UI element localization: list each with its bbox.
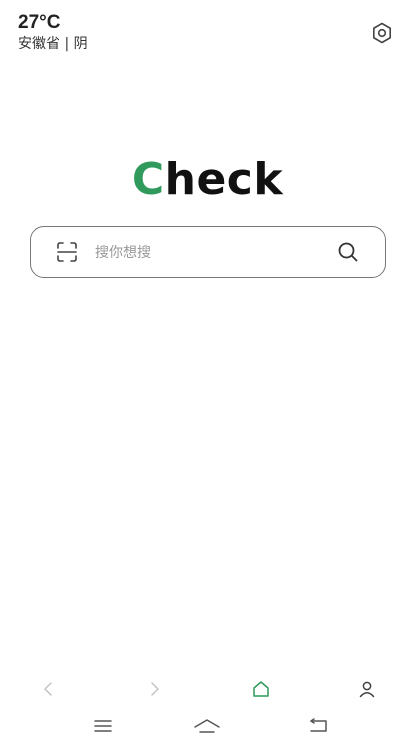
search-input[interactable]: 搜你想搜	[95, 242, 333, 262]
weather-widget[interactable]: 27°C 安徽省 | 阴	[18, 12, 88, 53]
logo-accent-letter: C	[131, 154, 165, 205]
search-icon[interactable]	[333, 237, 363, 267]
back-icon[interactable]	[36, 676, 62, 702]
app-logo: Check	[0, 152, 415, 208]
temperature: 27°C	[18, 12, 61, 33]
back-icon[interactable]	[305, 714, 333, 738]
home-icon[interactable]	[193, 714, 221, 738]
system-navigation-bar	[0, 712, 415, 740]
gear-icon	[370, 21, 394, 49]
home-icon[interactable]	[248, 676, 274, 702]
logo-text: heck	[164, 154, 284, 205]
browser-navigation-bar	[0, 672, 415, 706]
search-bar[interactable]: 搜你想搜	[30, 226, 386, 278]
location-weather: 安徽省 | 阴	[18, 36, 88, 52]
menu-icon[interactable]	[89, 714, 117, 738]
forward-icon[interactable]	[141, 676, 167, 702]
scan-icon[interactable]	[53, 238, 81, 266]
profile-icon[interactable]	[354, 676, 380, 702]
settings-button[interactable]	[369, 22, 395, 48]
